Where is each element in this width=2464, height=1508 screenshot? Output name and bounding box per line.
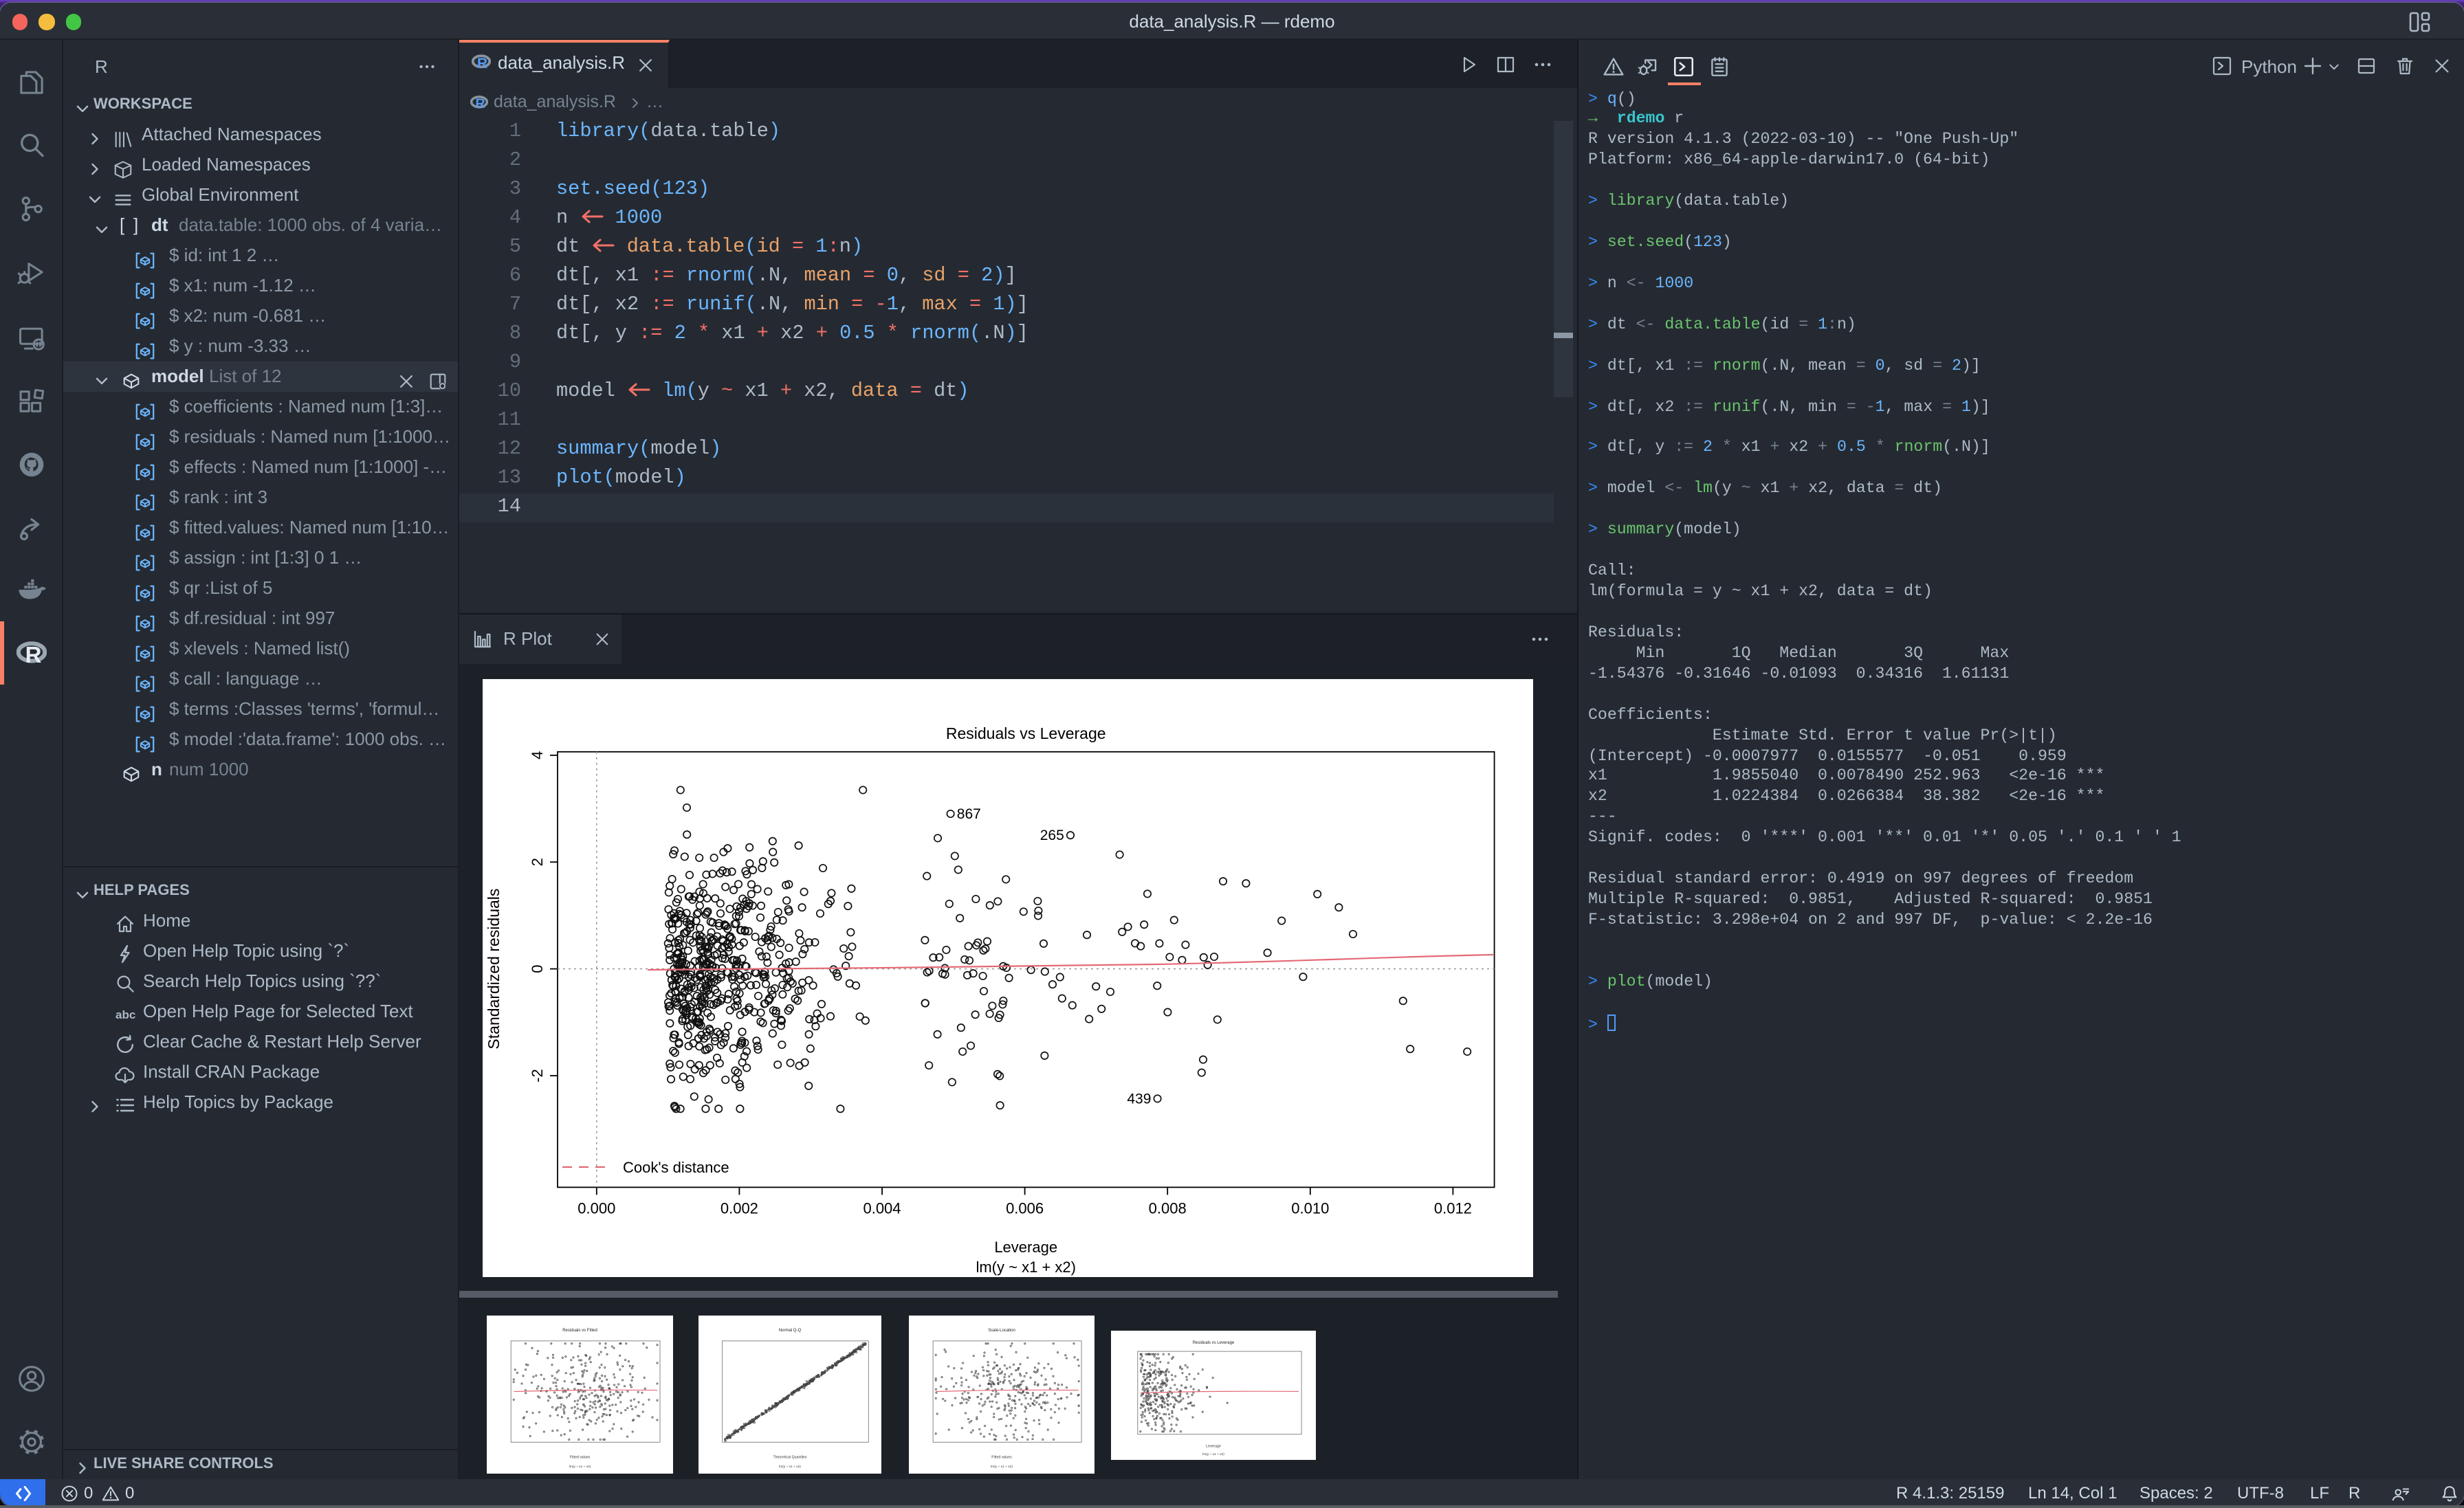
svg-text:Standardized residuals: Standardized residuals [485,888,503,1049]
svg-text:Theoretical Quantiles: Theoretical Quantiles [773,1455,806,1459]
svg-text:265: 265 [1040,827,1064,843]
svg-text:Fitted values: Fitted values [991,1455,1012,1459]
svg-text:lm(y ~ x1 + x2): lm(y ~ x1 + x2) [976,1258,1075,1275]
svg-text:lm(y ~ x1 + x2): lm(y ~ x1 + x2) [991,1464,1013,1468]
svg-text:4: 4 [529,751,546,759]
svg-text:0.006: 0.006 [1006,1199,1044,1216]
svg-text:lm(y ~ x1 + x2): lm(y ~ x1 + x2) [779,1464,801,1468]
svg-text:R: R [25,641,42,667]
svg-text:Leverage: Leverage [1206,1444,1221,1448]
svg-text:0.010: 0.010 [1291,1199,1329,1216]
svg-text:Leverage: Leverage [994,1238,1057,1255]
svg-text:Scale-Location: Scale-Location [988,1328,1015,1332]
svg-text:Normal Q-Q: Normal Q-Q [779,1328,802,1332]
svg-text:0.004: 0.004 [863,1199,901,1216]
svg-text:Residuals vs Fitted: Residuals vs Fitted [562,1328,597,1332]
svg-text:Cook's distance: Cook's distance [623,1158,729,1175]
svg-text:R: R [477,55,487,71]
svg-text:0.002: 0.002 [720,1199,758,1216]
svg-text:439: 439 [1127,1090,1151,1106]
svg-text:867: 867 [957,806,981,821]
svg-text:0.008: 0.008 [1149,1199,1187,1216]
svg-text:Residuals vs Leverage: Residuals vs Leverage [1193,1340,1235,1344]
svg-text:Fitted values: Fitted values [570,1455,591,1459]
svg-text:-2: -2 [529,1068,546,1082]
svg-text:Residuals vs Leverage: Residuals vs Leverage [946,724,1106,742]
svg-text:lm(y ~ x1 + x2): lm(y ~ x1 + x2) [1202,1452,1224,1456]
svg-text:0.012: 0.012 [1434,1199,1472,1216]
svg-text:0: 0 [529,964,546,972]
svg-text:R: R [475,96,485,111]
svg-text:2: 2 [529,857,546,865]
svg-text:abc: abc [116,1008,135,1021]
svg-text:0.000: 0.000 [578,1199,615,1216]
svg-text:lm(y ~ x1 + x2): lm(y ~ x1 + x2) [569,1464,591,1468]
